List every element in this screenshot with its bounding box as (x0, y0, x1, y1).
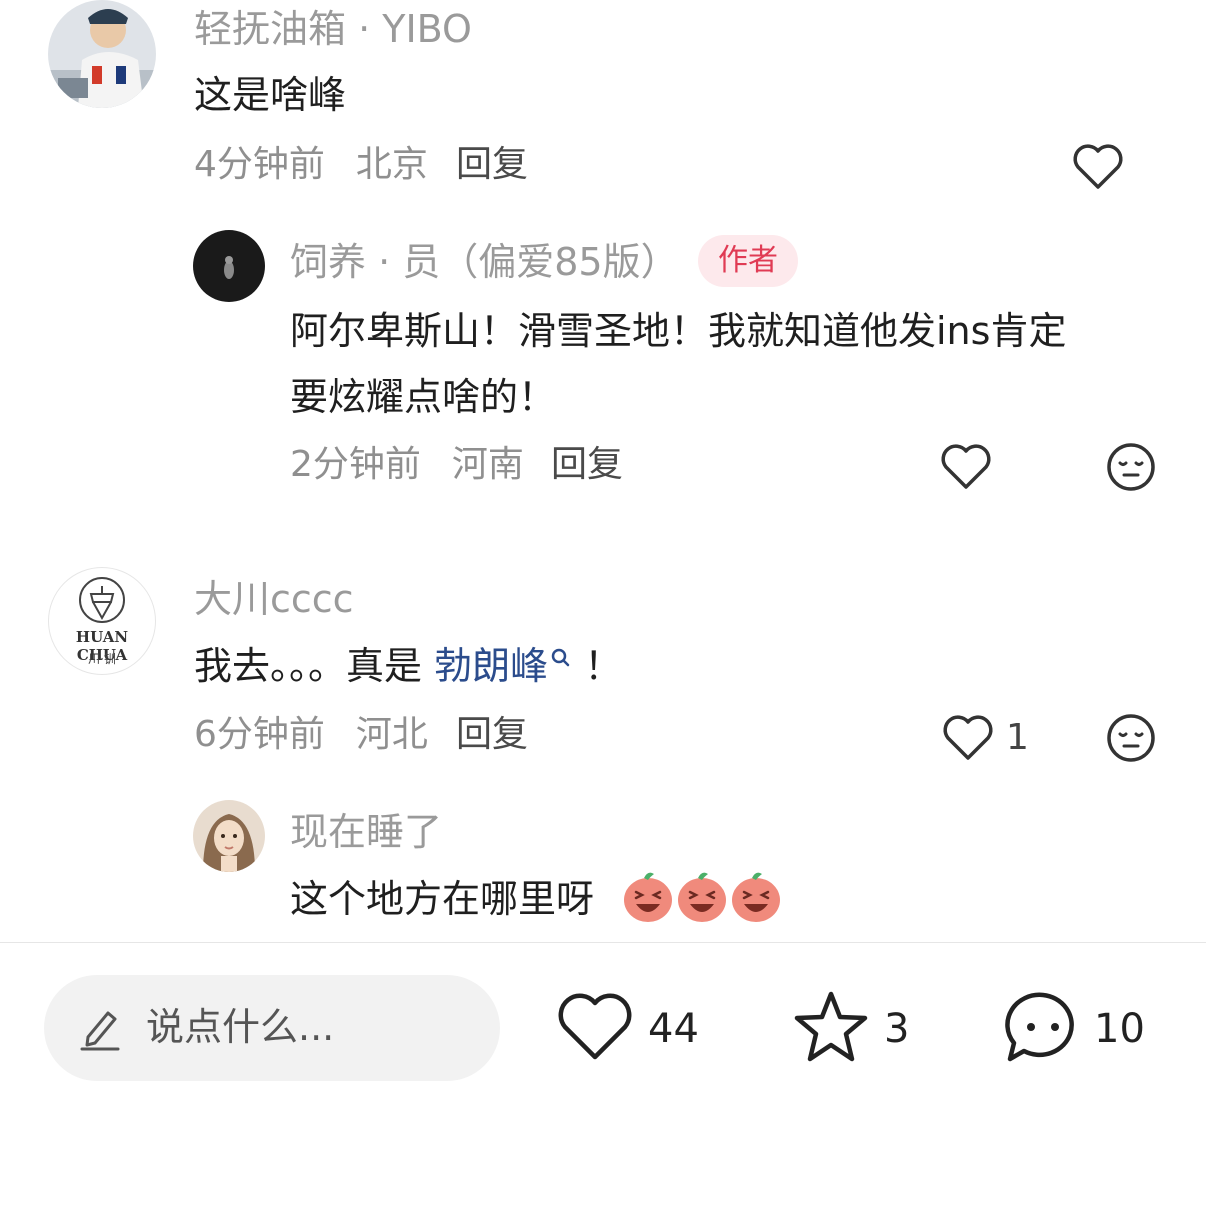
comment-location: 河北 (355, 714, 428, 755)
search-link[interactable]: 勃朗峰 (434, 644, 548, 688)
reply-time: 2分钟前 (290, 444, 421, 485)
pencil-icon (80, 1011, 120, 1051)
avatar[interactable] (48, 0, 156, 108)
avatar-logo-subtext: 川·钏 (88, 652, 116, 666)
star-count: 3 (884, 1006, 910, 1052)
bottom-action-bar: 说点什么... 44 3 10 (0, 942, 1206, 1214)
avatar[interactable] (193, 800, 265, 872)
comment-time: 6分钟前 (194, 714, 325, 755)
like-button[interactable] (556, 991, 634, 1063)
dislike-face-icon[interactable] (1106, 442, 1156, 492)
reply-meta: 2分钟前 河南 (290, 447, 524, 483)
comment-text-suffix: ！ (572, 644, 623, 688)
reply-location: 河南 (451, 444, 524, 485)
heart-icon (558, 993, 632, 1060)
comment-button[interactable] (1004, 989, 1082, 1065)
heart-icon[interactable] (942, 714, 994, 762)
reply-username[interactable]: 饲养 · 员（偏爱85版） (290, 243, 679, 281)
user-photo-girl-icon (193, 800, 265, 872)
comment-location: 北京 (355, 144, 428, 185)
comment-time: 4分钟前 (194, 144, 325, 185)
comment-username[interactable]: 大川cccc (194, 580, 354, 618)
like-count: 44 (648, 1006, 699, 1052)
collect-button[interactable] (792, 989, 870, 1065)
heart-icon[interactable] (940, 443, 992, 491)
reply-text-body: 这个地方在哪里呀 (290, 877, 595, 921)
comment-count: 10 (1094, 1006, 1145, 1052)
reply-username[interactable]: 现在睡了 (290, 813, 442, 851)
reply-text-line-2: 要炫耀点啥的！ (290, 375, 557, 419)
comment-username[interactable]: 轻抚油箱 · YIBO (194, 10, 472, 48)
comment-input-placeholder: 说点什么... (146, 1005, 335, 1049)
reply-button[interactable]: 回复 (456, 717, 528, 753)
avatar[interactable]: HUAN CHUA 川·钏 (48, 567, 156, 675)
reply-text: 这个地方在哪里呀 (290, 880, 594, 918)
comment-meta: 6分钟前 河北 (194, 717, 428, 753)
avatar[interactable] (193, 230, 265, 302)
comment-text: 这是啥峰 (194, 73, 347, 117)
user-photo-racing-icon (48, 0, 156, 108)
reply-button[interactable]: 回复 (456, 147, 528, 183)
comment-input[interactable]: 说点什么... (44, 975, 500, 1081)
comment-text: 我去。。。真是 勃朗峰 ！ (194, 647, 622, 685)
heart-icon[interactable] (1072, 143, 1124, 191)
dislike-face-icon[interactable] (1106, 713, 1156, 763)
comment-text-prefix: 我去。。。真是 (194, 644, 435, 688)
chat-bubble-icon (1005, 992, 1074, 1062)
star-icon (794, 991, 868, 1062)
laughing-emoji-icon (622, 868, 782, 928)
reply-button[interactable]: 回复 (551, 447, 623, 483)
like-count: 1 (1006, 717, 1029, 758)
reply-text-line-1: 阿尔卑斯山！滑雪圣地！我就知道他发ins肯定 (290, 309, 1067, 353)
user-photo-dark-icon (193, 230, 265, 302)
comment-meta: 4分钟前 北京 (194, 147, 428, 183)
search-icon[interactable] (550, 647, 572, 669)
author-badge: 作者 (698, 235, 798, 287)
